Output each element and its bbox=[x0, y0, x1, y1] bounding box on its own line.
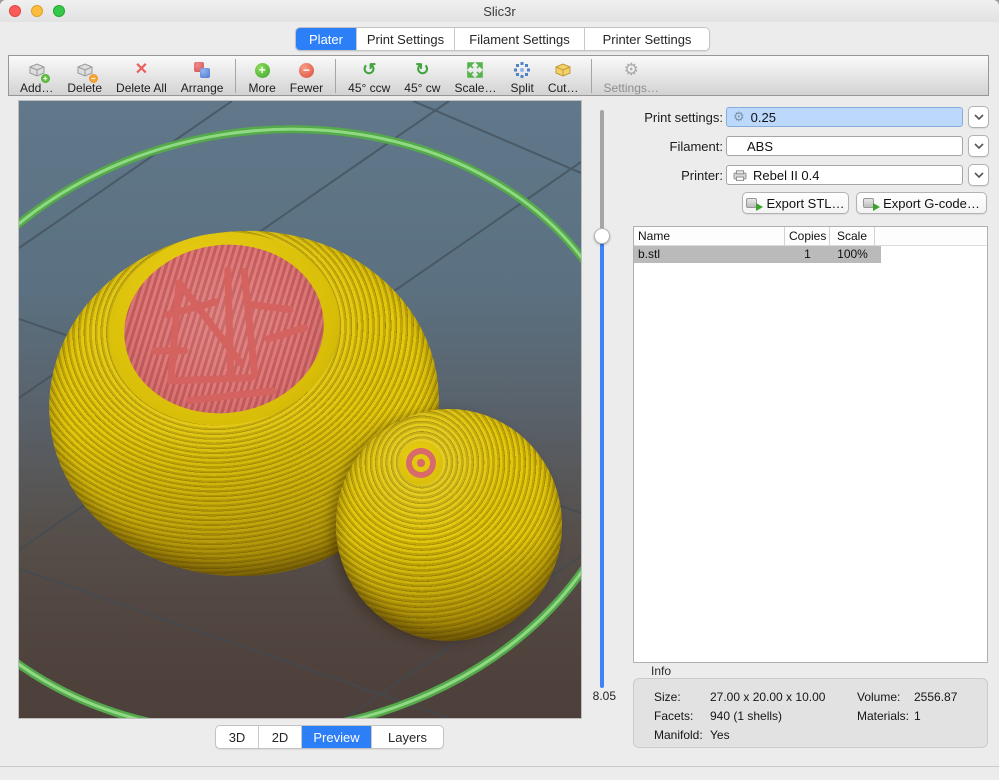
export-stl-button[interactable]: Export STL… bbox=[742, 192, 849, 214]
chevron-down-icon bbox=[973, 171, 985, 179]
add-box-icon: + bbox=[27, 59, 47, 82]
facets-value: 940 (1 shells) bbox=[710, 709, 782, 723]
printer-combo[interactable]: Rebel II 0.4 bbox=[726, 165, 963, 185]
view-mode-switcher: 3D 2D Preview Layers bbox=[215, 725, 444, 749]
arrange-icon bbox=[192, 59, 212, 82]
export-stl-icon bbox=[746, 197, 761, 210]
export-gcode-button[interactable]: Export G-code… bbox=[856, 192, 987, 214]
rotate-cw-button[interactable]: 45° cw bbox=[397, 57, 447, 95]
gear-icon bbox=[733, 110, 745, 124]
view-mode-3d[interactable]: 3D bbox=[216, 726, 259, 748]
tab-printer-settings[interactable]: Printer Settings bbox=[585, 28, 709, 50]
facets-label: Facets: bbox=[654, 709, 693, 723]
fewer-button[interactable]: Fewer bbox=[283, 57, 330, 95]
arrange-button[interactable]: Arrange bbox=[174, 57, 231, 95]
settings-button[interactable]: Settings… bbox=[597, 57, 666, 95]
slic3r-window: Slic3r Plater Print Settings Filament Se… bbox=[0, 0, 999, 780]
print-settings-dropdown-button[interactable] bbox=[968, 106, 989, 128]
scale-button[interactable]: Scale… bbox=[447, 57, 503, 95]
cut-button[interactable]: Cut… bbox=[541, 57, 586, 95]
cell-name: b.stl bbox=[634, 246, 785, 263]
layer-slider-value: 8.05 bbox=[580, 689, 616, 703]
view-mode-preview[interactable]: Preview bbox=[302, 726, 372, 748]
cell-scale: 100% bbox=[830, 246, 875, 263]
delete-all-icon bbox=[135, 59, 148, 82]
rotate-ccw-icon bbox=[362, 59, 376, 82]
toolbar-separator bbox=[235, 59, 236, 93]
main-tabbar: Plater Print Settings Filament Settings … bbox=[295, 27, 710, 51]
fewer-icon bbox=[299, 59, 314, 82]
object-list-table[interactable]: Name Copies Scale b.stl 1 100% bbox=[633, 226, 988, 663]
print-settings-combo[interactable]: 0.25 bbox=[726, 107, 963, 127]
materials-label: Materials: bbox=[857, 709, 909, 723]
printer-value: Rebel II 0.4 bbox=[753, 168, 820, 183]
column-header-copies: Copies bbox=[785, 227, 830, 245]
size-value: 27.00 x 20.00 x 10.00 bbox=[710, 690, 825, 704]
print-settings-value: 0.25 bbox=[751, 110, 776, 125]
plater-toolbar: + Add… − Delete Delete All Arrange More bbox=[8, 55, 989, 96]
print-settings-label: Print settings: bbox=[618, 110, 723, 125]
scale-icon bbox=[466, 59, 484, 82]
filament-label: Filament: bbox=[618, 139, 723, 154]
column-header-name: Name bbox=[634, 227, 785, 245]
settings-icon bbox=[624, 59, 639, 82]
delete-box-icon: − bbox=[75, 59, 95, 82]
add-button[interactable]: + Add… bbox=[13, 57, 60, 95]
layer-slider-thumb[interactable] bbox=[594, 228, 610, 244]
view-mode-2d[interactable]: 2D bbox=[259, 726, 302, 748]
table-row[interactable]: b.stl 1 100% bbox=[634, 246, 881, 263]
table-header: Name Copies Scale bbox=[634, 227, 987, 246]
view-mode-layers[interactable]: Layers bbox=[372, 726, 443, 748]
tab-filament-settings[interactable]: Filament Settings bbox=[455, 28, 585, 50]
printer-dropdown-button[interactable] bbox=[968, 164, 989, 186]
window-bottom-divider bbox=[0, 766, 999, 767]
printed-object-small-dome[interactable] bbox=[336, 409, 562, 641]
more-icon bbox=[255, 59, 270, 82]
chevron-down-icon bbox=[973, 113, 985, 121]
volume-label: Volume: bbox=[857, 690, 900, 704]
tab-print-settings[interactable]: Print Settings bbox=[357, 28, 455, 50]
delete-button[interactable]: − Delete bbox=[60, 57, 109, 95]
window-title: Slic3r bbox=[0, 4, 999, 19]
title-bar: Slic3r bbox=[0, 0, 999, 22]
rotate-ccw-button[interactable]: 45° ccw bbox=[341, 57, 397, 95]
cut-icon bbox=[553, 59, 573, 82]
infill-top-small bbox=[406, 448, 436, 478]
preview-3d-canvas[interactable] bbox=[18, 100, 582, 719]
chevron-down-icon bbox=[973, 142, 985, 150]
size-label: Size: bbox=[654, 690, 681, 704]
printer-label: Printer: bbox=[618, 168, 723, 183]
printer-icon bbox=[733, 170, 747, 181]
cell-copies: 1 bbox=[785, 246, 830, 263]
tab-plater[interactable]: Plater bbox=[296, 28, 357, 50]
split-icon bbox=[513, 59, 531, 82]
filament-value: ABS bbox=[747, 139, 773, 154]
rotate-cw-icon bbox=[415, 59, 429, 82]
split-button[interactable]: Split bbox=[503, 57, 540, 95]
manifold-value: Yes bbox=[710, 728, 730, 742]
filament-combo[interactable]: ABS bbox=[726, 136, 963, 156]
export-gcode-icon bbox=[863, 197, 878, 210]
toolbar-separator bbox=[591, 59, 592, 93]
filament-dropdown-button[interactable] bbox=[968, 135, 989, 157]
toolbar-separator bbox=[335, 59, 336, 93]
more-button[interactable]: More bbox=[241, 57, 282, 95]
column-header-scale: Scale bbox=[830, 227, 875, 245]
materials-value: 1 bbox=[914, 709, 921, 723]
delete-all-button[interactable]: Delete All bbox=[109, 57, 174, 95]
manifold-label: Manifold: bbox=[654, 728, 703, 742]
volume-value: 2556.87 bbox=[914, 690, 957, 704]
info-panel-title: Info bbox=[651, 664, 671, 678]
layer-slider-track[interactable] bbox=[600, 110, 604, 688]
info-panel: Size: 27.00 x 20.00 x 10.00 Volume: 2556… bbox=[633, 678, 988, 748]
